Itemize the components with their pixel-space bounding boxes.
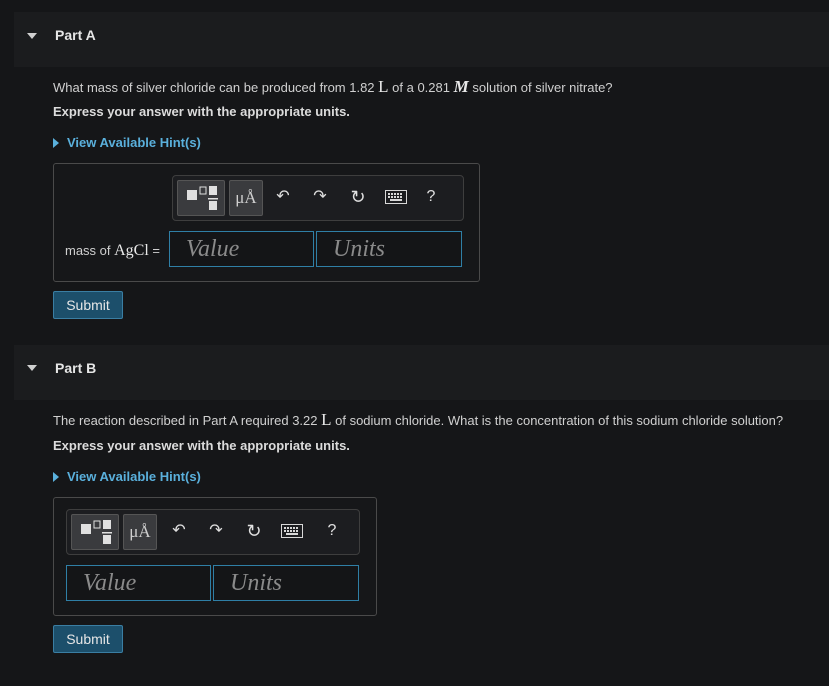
part-b-hint-link[interactable]: View Available Hint(s) xyxy=(53,469,201,484)
keyboard-icon[interactable] xyxy=(279,519,305,543)
undo-icon[interactable]: ↶ xyxy=(272,185,294,209)
part-a-header[interactable]: Part A xyxy=(14,12,829,67)
reset-icon[interactable]: ↻ xyxy=(347,185,369,209)
undo-icon[interactable]: ↶ xyxy=(168,519,190,543)
part-a-answer-box: μÅ ↶ ↷ ↻ ? mass of AgCl = Value Units xyxy=(53,163,480,282)
part-b-instruction: Express your answer with the appropriate… xyxy=(53,438,350,453)
templates-icon xyxy=(187,186,218,210)
templates-button[interactable] xyxy=(177,180,225,216)
expand-triangle-icon xyxy=(53,472,59,482)
part-a-submit-button[interactable]: Submit xyxy=(53,291,123,319)
part-b-title: Part B xyxy=(55,360,97,376)
units-button-label: μÅ xyxy=(129,522,151,541)
part-b-answer-box: μÅ ↶ ↷ ↻ ? Value Units xyxy=(53,497,377,616)
help-icon[interactable]: ? xyxy=(321,519,343,543)
part-b-submit-button[interactable]: Submit xyxy=(53,625,123,653)
collapse-caret-icon[interactable] xyxy=(27,365,37,371)
part-a-answer-label: mass of AgCl = xyxy=(65,242,161,259)
part-b-question: The reaction described in Part A require… xyxy=(53,410,784,429)
part-a-units-input[interactable]: Units xyxy=(316,231,462,267)
reset-icon[interactable]: ↻ xyxy=(243,519,265,543)
templates-button[interactable] xyxy=(71,514,119,550)
part-b-header[interactable]: Part B xyxy=(14,345,829,400)
help-icon[interactable]: ? xyxy=(420,185,442,209)
collapse-caret-icon[interactable] xyxy=(27,33,37,39)
units-button[interactable]: μÅ xyxy=(229,180,263,216)
part-a-toolbar: μÅ ↶ ↷ ↻ ? xyxy=(172,175,464,221)
redo-icon[interactable]: ↷ xyxy=(205,519,227,543)
part-a-instruction: Express your answer with the appropriate… xyxy=(53,104,350,119)
part-a-title: Part A xyxy=(55,27,96,43)
keyboard-icon[interactable] xyxy=(383,185,409,209)
templates-icon xyxy=(81,520,112,544)
part-b-value-input[interactable]: Value xyxy=(66,565,211,601)
units-button-label: μÅ xyxy=(235,188,257,207)
part-a-question: What mass of silver chloride can be prod… xyxy=(53,77,613,96)
part-b-toolbar: μÅ ↶ ↷ ↻ ? xyxy=(66,509,360,555)
expand-triangle-icon xyxy=(53,138,59,148)
units-button[interactable]: μÅ xyxy=(123,514,157,550)
part-b-units-input[interactable]: Units xyxy=(213,565,359,601)
part-a-value-input[interactable]: Value xyxy=(169,231,314,267)
part-a-hint-link[interactable]: View Available Hint(s) xyxy=(53,135,201,150)
redo-icon[interactable]: ↷ xyxy=(309,185,331,209)
